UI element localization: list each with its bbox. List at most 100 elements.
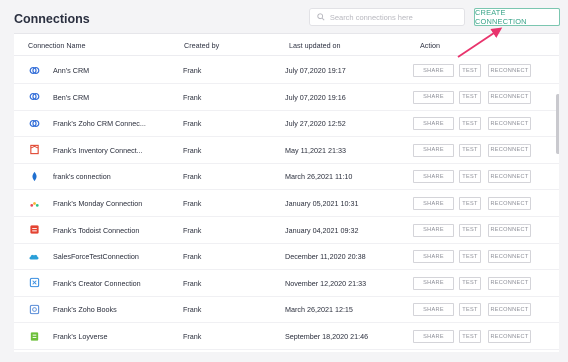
column-header-created-by: Created by [184, 41, 220, 50]
table-row: frank's connection Frank March 26,2021 11:… [14, 163, 559, 191]
column-header-action: Action [420, 41, 440, 50]
created-by: Frank [183, 92, 202, 102]
created-by: Frank [183, 119, 202, 129]
test-button[interactable]: TEST [459, 117, 481, 131]
test-button[interactable]: TEST [459, 330, 481, 343]
test-button[interactable]: TEST [459, 143, 481, 157]
connection-name: frank's connection [53, 172, 111, 182]
connection-name: Frank's Todoist Connection [53, 225, 140, 235]
drop-icon [28, 170, 40, 182]
last-updated: December 11,2020 20:38 [285, 252, 366, 262]
last-updated: January 05,2021 10:31 [285, 199, 359, 208]
last-updated: May 11,2021 21:33 [285, 145, 347, 155]
test-button[interactable]: TEST [459, 64, 481, 77]
created-by: Frank [183, 278, 202, 288]
cloud-icon [28, 250, 40, 262]
share-button[interactable]: SHARE [413, 143, 454, 157]
reconnect-button[interactable]: RECONNECT [488, 197, 531, 210]
created-by: Frank [183, 225, 202, 235]
test-button[interactable]: TEST [459, 223, 481, 237]
scrollbar-thumb[interactable] [556, 94, 559, 154]
table-row: Frank's Zoho Books Frank March 26,2021 12:… [14, 296, 559, 324]
created-by: Frank [183, 172, 202, 182]
share-button[interactable]: SHARE [413, 276, 454, 290]
last-updated: July 27,2020 12:52 [285, 119, 346, 129]
created-by: Frank [183, 66, 202, 75]
connection-name: Frank's Creator Connection [53, 278, 141, 288]
connections-page: Connections CREATE CONNECTION Connection… [0, 0, 568, 362]
table-row: Frank's Loyverse Frank September 18,2020 2… [14, 323, 559, 350]
share-button[interactable]: SHARE [413, 197, 454, 210]
test-button[interactable]: TEST [459, 90, 481, 104]
share-button[interactable]: SHARE [413, 170, 454, 184]
share-button[interactable]: SHARE [413, 117, 454, 131]
connection-name: Ann's CRM [53, 66, 90, 75]
connection-name: Frank's Zoho Books [53, 305, 117, 315]
last-updated: November 12,2020 21:33 [285, 278, 367, 288]
table-row: Frank's Todoist Connection Frank January 0… [14, 217, 559, 244]
connection-name: Frank's Inventory Connect... [53, 145, 143, 155]
creator-icon [28, 277, 40, 289]
created-by: Frank [183, 252, 202, 262]
table-row: SalesForceTestConnection Frank December 11… [14, 243, 559, 271]
search-input[interactable] [326, 12, 464, 22]
created-by: Frank [183, 145, 202, 155]
last-updated: July 07,2020 19:16 [285, 92, 346, 102]
share-button[interactable]: SHARE [413, 250, 454, 264]
search-box[interactable] [309, 8, 465, 26]
reconnect-button[interactable]: RECONNECT [488, 330, 531, 343]
test-button[interactable]: TEST [459, 303, 481, 317]
connection-name: Frank's Zoho CRM Connec... [53, 119, 146, 129]
connection-name: Frank's Loyverse [53, 332, 108, 341]
connection-name: SalesForceTestConnection [53, 252, 139, 262]
page-title: Connections [14, 12, 90, 26]
table-row: Ann's CRM Frank July 07,2020 19:17 SHARE TES… [14, 57, 559, 84]
reconnect-button[interactable]: RECONNECT [488, 276, 531, 290]
table-row: Frank's Zoho CRM Connec... Frank July 27,2… [14, 110, 559, 138]
created-by: Frank [183, 332, 202, 341]
share-button[interactable]: SHARE [413, 64, 454, 77]
last-updated: March 26,2021 11:10 [285, 172, 353, 182]
search-icon [315, 11, 327, 23]
crm-icon [28, 117, 40, 129]
last-updated: September 18,2020 21:46 [285, 332, 369, 341]
column-header-last-updated: Last updated on [289, 41, 341, 50]
table-row: Ben's CRM Frank July 07,2020 19:16 SHARE TES… [14, 84, 559, 111]
share-button[interactable]: SHARE [413, 223, 454, 237]
reconnect-button[interactable]: RECONNECT [488, 250, 531, 264]
reconnect-button[interactable]: RECONNECT [488, 143, 531, 157]
inventory-icon [28, 144, 40, 156]
create-connection-button[interactable]: CREATE CONNECTION [474, 8, 560, 26]
created-by: Frank [183, 305, 202, 315]
todoist-icon [28, 224, 40, 236]
reconnect-button[interactable]: RECONNECT [488, 303, 531, 317]
reconnect-button[interactable]: RECONNECT [488, 117, 531, 131]
column-header-name: Connection Name [28, 41, 86, 50]
reconnect-button[interactable]: RECONNECT [488, 64, 531, 77]
test-button[interactable]: TEST [459, 197, 481, 210]
loyverse-icon [28, 330, 40, 342]
table-row: Frank's Inventory Connect... Frank May 11,… [14, 137, 559, 164]
last-updated: March 26,2021 12:15 [285, 305, 353, 315]
crm-icon [28, 91, 40, 103]
last-updated: July 07,2020 19:17 [285, 66, 346, 75]
test-button[interactable]: TEST [459, 276, 481, 290]
reconnect-button[interactable]: RECONNECT [488, 170, 531, 184]
share-button[interactable]: SHARE [413, 330, 454, 343]
last-updated: January 04,2021 09:32 [285, 225, 359, 235]
share-button[interactable]: SHARE [413, 90, 454, 104]
reconnect-button[interactable]: RECONNECT [488, 223, 531, 237]
test-button[interactable]: TEST [459, 250, 481, 264]
created-by: Frank [183, 199, 202, 208]
share-button[interactable]: SHARE [413, 303, 454, 317]
connection-name: Frank's Monday Connection [53, 199, 143, 208]
header-divider [14, 55, 559, 56]
books-icon [28, 303, 40, 315]
reconnect-button[interactable]: RECONNECT [488, 90, 531, 104]
crm-icon [28, 64, 40, 76]
table-row: Frank's Monday Connection Frank January 05… [14, 190, 559, 217]
connections-table: Connection Name Created by Last updated … [14, 33, 559, 352]
connection-name: Ben's CRM [53, 92, 90, 102]
test-button[interactable]: TEST [459, 170, 481, 184]
table-row: Frank's Creator Connection Frank November … [14, 270, 559, 297]
